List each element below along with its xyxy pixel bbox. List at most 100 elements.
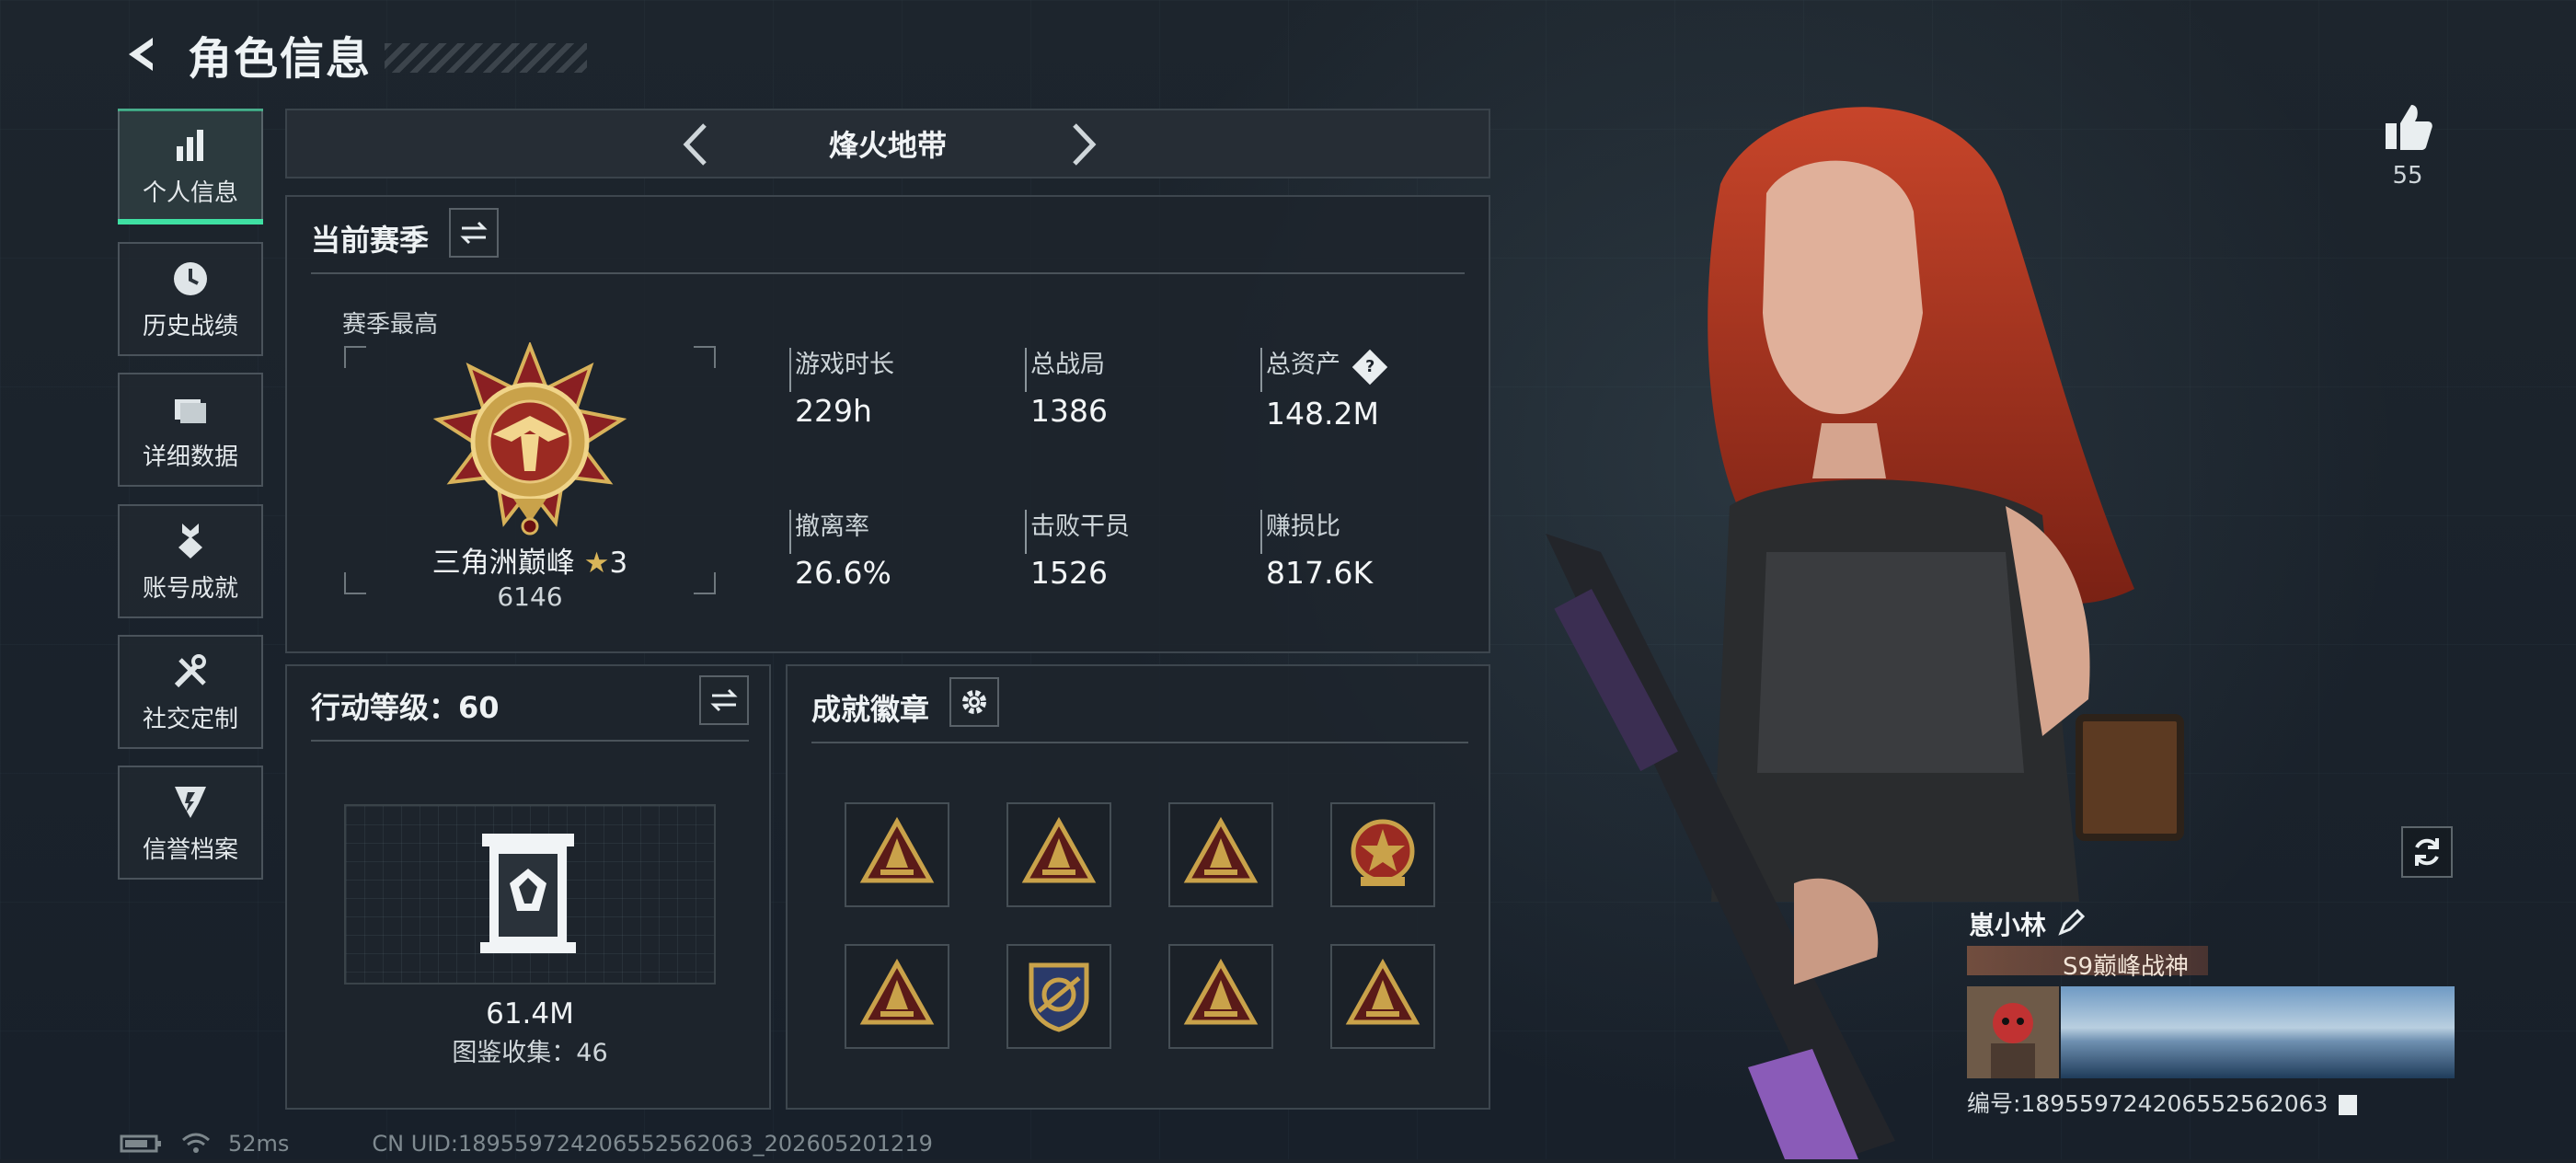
- bar-chart-icon: [177, 129, 203, 161]
- player-id-text: 编号:18955972420655256​2063: [1967, 1090, 2329, 1117]
- stat-label-text: 总资产: [1266, 351, 1340, 379]
- stat-value: 26.6%: [795, 555, 891, 591]
- stat-value: 1386: [1030, 393, 1108, 429]
- ping-text: 52ms: [228, 1131, 290, 1157]
- badge-grid: [845, 802, 1435, 1051]
- refresh-button[interactable]: [2401, 826, 2453, 878]
- wifi-icon: [182, 1133, 210, 1153]
- avatar-image-icon: [1991, 1003, 2035, 1078]
- gear-icon: [962, 690, 986, 714]
- clock-icon: [174, 261, 207, 295]
- sidebar-item-label: 账号成就: [142, 574, 238, 603]
- like-widget[interactable]: 55: [2375, 101, 2440, 190]
- swap-icon: [710, 688, 738, 712]
- level-panel: 行动等级：60 61.4M 图鉴收集：46: [285, 664, 771, 1110]
- medal-icon: [178, 523, 202, 558]
- rank-info: 三角洲巅峰 ★3: [344, 539, 716, 581]
- help-icon[interactable]: ?: [1351, 349, 1387, 386]
- sidebar-item-label: 个人信息: [142, 178, 238, 207]
- stat-value: 817.6K: [1266, 555, 1374, 591]
- back-arrow-icon[interactable]: [120, 32, 164, 76]
- badge-slot[interactable]: [1006, 944, 1111, 1049]
- badge-slot[interactable]: [1006, 802, 1111, 907]
- player-name: 崽小林: [1969, 910, 2047, 940]
- avatar[interactable]: [1967, 986, 2059, 1078]
- badges-panel: 成就徽章: [786, 664, 1490, 1110]
- triangle-badge-icon: [1182, 956, 1259, 1037]
- star-icon: ★: [583, 547, 610, 580]
- rank-name: 三角洲巅峰: [431, 547, 575, 580]
- stat-label: 总资产 ?: [1266, 344, 1387, 386]
- stat-total-matches: 总战局 1386: [1025, 344, 1108, 429]
- badge-slot[interactable]: [1330, 944, 1435, 1049]
- badge-slot[interactable]: [1168, 944, 1273, 1049]
- level-title: 行动等级：60: [311, 690, 500, 725]
- rank-score: 6146: [497, 582, 563, 612]
- edit-icon[interactable]: [2057, 909, 2085, 937]
- triangle-badge-icon: [1182, 814, 1259, 895]
- swap-icon: [460, 221, 488, 245]
- stat-total-assets: 总资产 ? 148.2M: [1260, 344, 1387, 432]
- battery-icon: [120, 1134, 161, 1153]
- thumbs-up-icon: [2386, 105, 2432, 150]
- badge-slot[interactable]: [845, 802, 949, 907]
- stat-label: 撤离率: [795, 512, 869, 541]
- sidebar-item-credit[interactable]: 信誉档案: [118, 766, 263, 880]
- collection-value: 61.4M: [486, 997, 574, 1031]
- season-best-label: 赛季最高: [342, 311, 439, 339]
- star-medal-icon: [1344, 814, 1421, 895]
- like-count: 55: [2392, 162, 2423, 190]
- stat-value: 148.2M: [1266, 396, 1379, 432]
- sidebar-item-social[interactable]: 社交定制: [118, 635, 263, 749]
- refresh-icon: [2415, 838, 2439, 866]
- sidebar: 个人信息 历史战绩 详细数据 账号成就 社交定制 信誉档案: [118, 109, 265, 881]
- shield-icon: [175, 786, 206, 818]
- triangle-badge-icon: [1344, 956, 1421, 1037]
- badge-slot[interactable]: [1168, 802, 1273, 907]
- triangle-badge-icon: [1020, 814, 1098, 895]
- season-panel: 当前赛季 赛季最高 三角洲巅峰 ★3 6146 游戏时长 229h 总战局 13…: [285, 195, 1490, 653]
- profile-banner[interactable]: [2061, 986, 2455, 1078]
- copy-icon[interactable]: [2339, 1095, 2358, 1115]
- next-mode-icon[interactable]: [1060, 121, 1106, 167]
- sidebar-item-history[interactable]: 历史战绩: [118, 242, 263, 356]
- help-icon-glyph: ?: [1364, 357, 1374, 376]
- sidebar-item-achievements[interactable]: 账号成就: [118, 504, 263, 618]
- season-title: 当前赛季: [311, 223, 430, 258]
- tools-icon: [174, 653, 206, 687]
- divider: [311, 740, 749, 742]
- collection-cabinet-icon: [480, 834, 576, 953]
- badges-title: 成就徽章: [811, 692, 930, 727]
- page-header: 角色信息: [120, 22, 588, 86]
- stat-kills: 击败干员 1526: [1025, 506, 1130, 591]
- page-title: 角色信息: [188, 33, 373, 85]
- mode-name: 烽火地带: [828, 128, 947, 163]
- badge-slot[interactable]: [1330, 802, 1435, 907]
- sidebar-item-label: 历史战绩: [142, 312, 238, 340]
- divider: [811, 742, 1468, 743]
- switch-level-button[interactable]: [699, 675, 749, 725]
- uid-text: CN UID:18955972420655256​2063_2026052012…: [372, 1131, 933, 1157]
- stat-profit-loss: 赚损比 817.6K: [1260, 506, 1374, 591]
- stat-value: 229h: [795, 393, 872, 429]
- player-card: 崽小林 S9巅峰战神 编号:18955972420655256​2063: [1967, 904, 2464, 1117]
- rank-emblem-icon: [432, 342, 627, 535]
- sidebar-item-personal-info[interactable]: 个人信息: [118, 109, 263, 225]
- mode-selector: 烽火地带: [285, 109, 1490, 178]
- status-bar: 52ms CN UID:18955972420655256​2063_20260…: [120, 1130, 933, 1157]
- stat-label: 游戏时长: [795, 351, 894, 379]
- switch-season-button[interactable]: [449, 208, 499, 258]
- badge-slot[interactable]: [845, 944, 949, 1049]
- stat-label: 赚损比: [1266, 512, 1340, 541]
- divider: [311, 272, 1465, 274]
- triangle-badge-icon: [858, 956, 936, 1037]
- folder-icon: [175, 398, 206, 423]
- sidebar-item-detailed-data[interactable]: 详细数据: [118, 373, 263, 487]
- triangle-badge-icon: [858, 814, 936, 895]
- stat-extraction-rate: 撤离率 26.6%: [789, 506, 891, 591]
- rank-stars: 3: [609, 547, 628, 580]
- badge-settings-button[interactable]: [949, 677, 999, 727]
- collection-label: 图鉴收集：46: [452, 1039, 608, 1067]
- stat-label: 总战局: [1030, 351, 1105, 379]
- stat-value: 1526: [1030, 555, 1108, 591]
